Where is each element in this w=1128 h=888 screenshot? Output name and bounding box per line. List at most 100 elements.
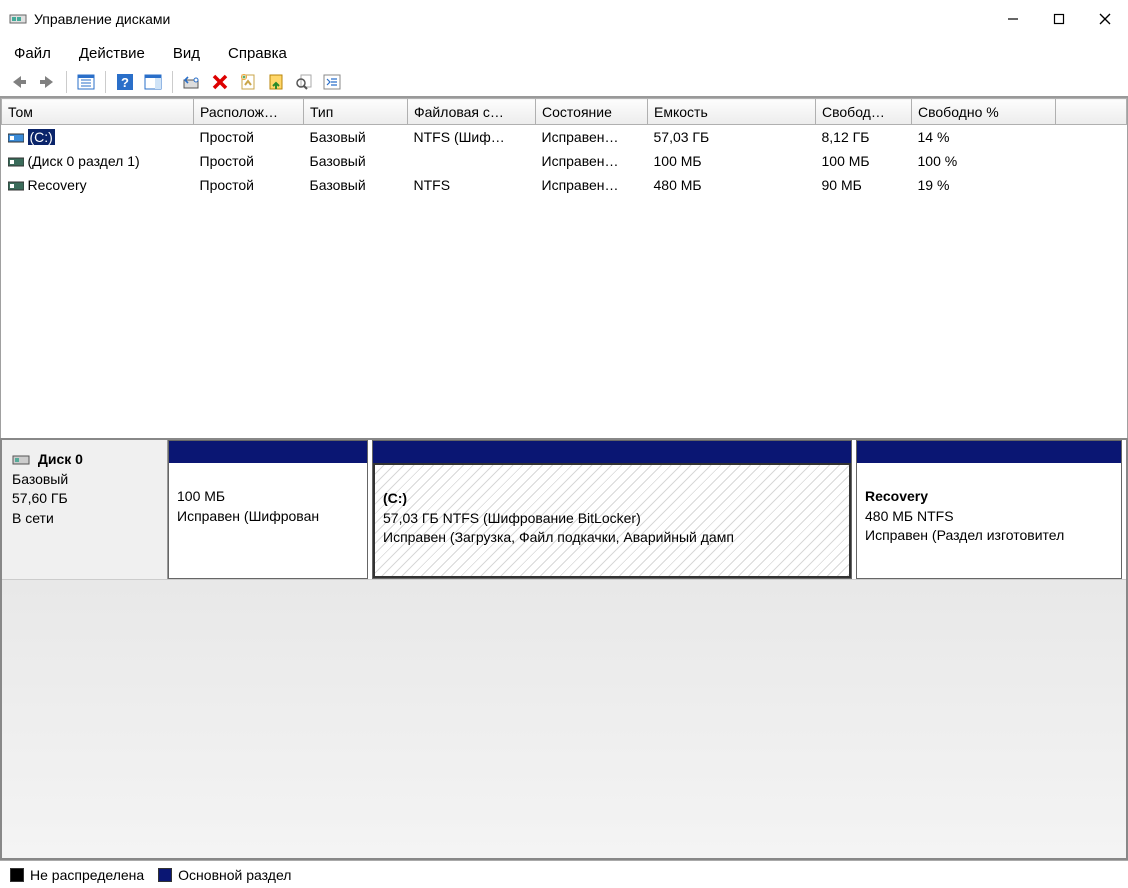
volume-capacity-cell: 100 МБ	[648, 149, 816, 173]
partition-body: Recovery480 МБ NTFSИсправен (Раздел изго…	[857, 463, 1121, 578]
volume-layout-cell: Простой	[194, 125, 304, 150]
legend: Не распределена Основной раздел	[0, 860, 1128, 888]
toolbar: ?	[0, 68, 1128, 98]
partition-body: (C:)57,03 ГБ NTFS (Шифрование BitLocker)…	[373, 463, 851, 578]
volume-name-cell: (C:)	[2, 125, 194, 149]
col-fs[interactable]: Файловая с…	[408, 99, 536, 125]
legend-unallocated-label: Не распределена	[30, 867, 144, 883]
disk-name: Диск 0	[38, 451, 83, 467]
col-capacity[interactable]: Емкость	[648, 99, 816, 125]
settings-button[interactable]	[319, 69, 345, 95]
col-free[interactable]: Свобод…	[816, 99, 912, 125]
maximize-button[interactable]	[1036, 4, 1082, 34]
volume-type-cell: Базовый	[304, 173, 408, 197]
titlebar: Управление дисками	[0, 0, 1128, 38]
table-row[interactable]: (Диск 0 раздел 1)ПростойБазовыйИсправен……	[2, 149, 1127, 173]
delete-button[interactable]	[207, 69, 233, 95]
volume-freepct-cell: 14 %	[912, 125, 1056, 150]
partition-title: Recovery	[865, 487, 1113, 507]
volume-freepct-cell: 19 %	[912, 173, 1056, 197]
volume-table[interactable]: Том Располож… Тип Файловая с… Состояние …	[1, 98, 1127, 197]
disk-label-panel[interactable]: Диск 0 Базовый 57,60 ГБ В сети	[2, 440, 168, 579]
partition-size: 480 МБ NTFS	[865, 507, 1113, 527]
col-layout[interactable]: Располож…	[194, 99, 304, 125]
toolbar-separator	[172, 71, 173, 93]
window-title: Управление дисками	[34, 11, 170, 27]
volume-fs-cell: NTFS	[408, 173, 536, 197]
toolbar-separator	[66, 71, 67, 93]
col-volume[interactable]: Том	[2, 99, 194, 125]
graphical-view: Диск 0 Базовый 57,60 ГБ В сети 100 МБИсп…	[0, 438, 1128, 860]
disk-management-window: Управление дисками Файл Действие Вид Спр…	[0, 0, 1128, 888]
volume-capacity-cell: 57,03 ГБ	[648, 125, 816, 150]
col-type[interactable]: Тип	[304, 99, 408, 125]
forward-button[interactable]	[34, 69, 60, 95]
partition-size: 57,03 ГБ NTFS (Шифрование BitLocker)	[383, 509, 841, 529]
volume-status-cell: Исправен…	[536, 173, 648, 197]
partition-header	[373, 441, 851, 463]
legend-primary-label: Основной раздел	[178, 867, 291, 883]
partition-status: Исправен (Раздел изготовител	[865, 526, 1113, 546]
toolbar-separator	[105, 71, 106, 93]
partition-header	[857, 441, 1121, 463]
col-extra[interactable]	[1056, 99, 1127, 125]
menu-action[interactable]: Действие	[73, 41, 151, 66]
help-button[interactable]: ?	[112, 69, 138, 95]
close-button[interactable]	[1082, 4, 1128, 34]
volume-name-cell: (Диск 0 раздел 1)	[2, 149, 194, 173]
partition-block[interactable]: 100 МБИсправен (Шифрован	[168, 440, 368, 579]
partition-title: (C:)	[383, 489, 841, 509]
volume-status-cell: Исправен…	[536, 149, 648, 173]
volume-icon	[8, 155, 24, 167]
app-icon	[8, 11, 28, 27]
legend-unallocated: Не распределена	[10, 867, 144, 883]
volume-name-cell: Recovery	[2, 173, 194, 197]
menu-file[interactable]: Файл	[8, 41, 57, 66]
table-row[interactable]: (C:)ПростойБазовыйNTFS (Шиф…Исправен…57,…	[2, 125, 1127, 150]
menu-help[interactable]: Справка	[222, 41, 293, 66]
volume-free-cell: 100 МБ	[816, 149, 912, 173]
partition-block[interactable]: (C:)57,03 ГБ NTFS (Шифрование BitLocker)…	[372, 440, 852, 579]
minimize-button[interactable]	[990, 4, 1036, 34]
legend-swatch-unallocated	[10, 868, 24, 882]
disk-size: 57,60 ГБ	[12, 489, 157, 509]
volume-freepct-cell: 100 %	[912, 149, 1056, 173]
table-header-row: Том Располож… Тип Файловая с… Состояние …	[2, 99, 1127, 125]
find-button[interactable]	[291, 69, 317, 95]
action-pane-button[interactable]	[140, 69, 166, 95]
volume-status-cell: Исправен…	[536, 125, 648, 150]
refresh-button[interactable]	[179, 69, 205, 95]
show-hide-console-tree-button[interactable]	[73, 69, 99, 95]
volume-icon	[8, 131, 24, 143]
volume-layout-cell: Простой	[194, 173, 304, 197]
disk-row: Диск 0 Базовый 57,60 ГБ В сети 100 МБИсп…	[2, 440, 1126, 580]
volume-type-cell: Базовый	[304, 125, 408, 150]
partition-block[interactable]: Recovery480 МБ NTFSИсправен (Раздел изго…	[856, 440, 1122, 579]
legend-swatch-primary	[158, 868, 172, 882]
partition-size: 100 МБ	[177, 487, 359, 507]
col-status[interactable]: Состояние	[536, 99, 648, 125]
volume-free-cell: 8,12 ГБ	[816, 125, 912, 150]
volume-free-cell: 90 МБ	[816, 173, 912, 197]
new-button[interactable]	[263, 69, 289, 95]
partition-header	[169, 441, 367, 463]
back-button[interactable]	[6, 69, 32, 95]
col-freepct[interactable]: Свободно %	[912, 99, 1056, 125]
legend-primary: Основной раздел	[158, 867, 291, 883]
volume-icon	[8, 179, 24, 191]
menu-view[interactable]: Вид	[167, 41, 206, 66]
graphical-empty-area	[2, 580, 1126, 858]
disk-icon	[12, 453, 30, 467]
disk-type: Базовый	[12, 470, 157, 490]
properties-button[interactable]	[235, 69, 261, 95]
volume-type-cell: Базовый	[304, 149, 408, 173]
partitions-container: 100 МБИсправен (Шифрован(C:)57,03 ГБ NTF…	[168, 440, 1126, 579]
volume-capacity-cell: 480 МБ	[648, 173, 816, 197]
volume-fs-cell: NTFS (Шиф…	[408, 125, 536, 150]
disk-online: В сети	[12, 509, 157, 529]
table-row[interactable]: RecoveryПростойБазовыйNTFSИсправен…480 М…	[2, 173, 1127, 197]
volume-list-area: Том Располож… Тип Файловая с… Состояние …	[0, 98, 1128, 438]
svg-text:?: ?	[121, 75, 129, 90]
partition-status: Исправен (Шифрован	[177, 507, 359, 527]
partition-body: 100 МБИсправен (Шифрован	[169, 463, 367, 578]
